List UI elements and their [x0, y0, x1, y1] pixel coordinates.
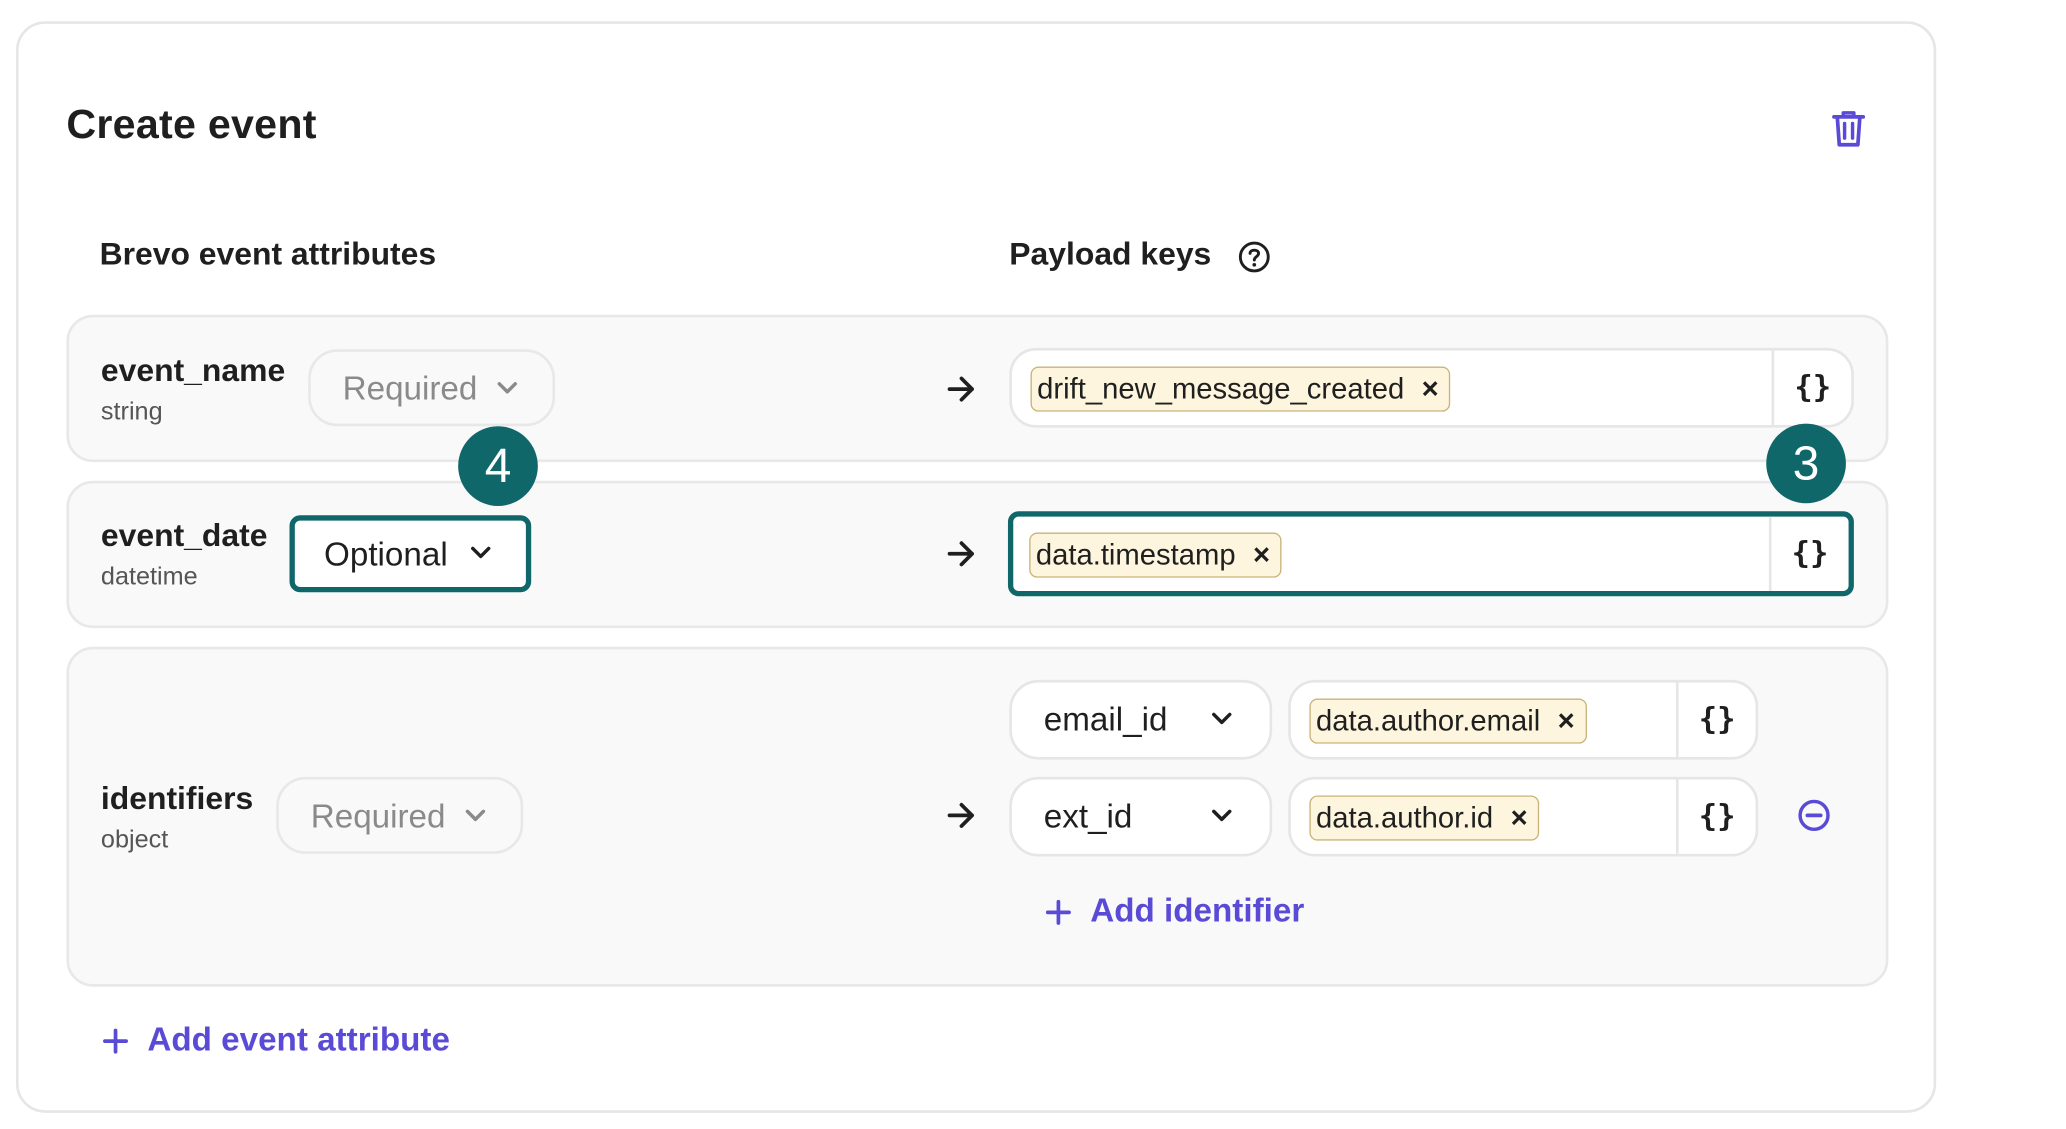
identifier-payload-field[interactable]: data.author.id × {} [1288, 776, 1759, 857]
identifier-payload-field[interactable]: data.author.email × {} [1288, 679, 1759, 760]
requirement-label: Required [310, 798, 446, 836]
attribute-name: identifiers [100, 780, 254, 817]
chip-remove-icon[interactable]: × [1253, 534, 1270, 575]
payload-column-header: Payload keys [1009, 236, 1212, 273]
help-circle-icon[interactable] [1238, 240, 1271, 273]
attribute-name: event_date [100, 517, 268, 554]
payload-key-chip: data.timestamp × [1029, 532, 1283, 578]
payload-key-field[interactable]: data.timestamp × {} [1007, 511, 1854, 597]
step-badge-3: 3 [1766, 423, 1846, 504]
step-badge-4: 4 [458, 426, 538, 506]
arrow-right-icon [947, 376, 974, 402]
attribute-type: object [100, 826, 169, 854]
insert-variable-button[interactable]: {} [1768, 516, 1849, 591]
payload-key-chip: drift_new_message_created × [1030, 366, 1451, 412]
insert-variable-button[interactable]: {} [1675, 682, 1756, 757]
chip-remove-icon[interactable]: × [1558, 700, 1575, 741]
identifier-type-label: ext_id [1043, 798, 1133, 836]
chevron-down-icon [471, 546, 491, 559]
requirement-dropdown-disabled: Required [276, 776, 524, 854]
chevron-down-icon [497, 382, 517, 394]
requirement-label: Optional [324, 536, 448, 574]
chip-label: data.timestamp [1035, 537, 1236, 572]
trash-icon[interactable] [1830, 109, 1867, 149]
chip-label: data.author.id [1316, 800, 1494, 834]
requirement-label: Required [342, 370, 478, 408]
identifier-type-dropdown[interactable]: email_id [1009, 679, 1273, 760]
chevron-down-icon [1212, 809, 1232, 822]
payload-key-chip: data.author.id × [1309, 795, 1540, 841]
chip-remove-icon[interactable]: × [1511, 797, 1528, 838]
panel-title: Create event [66, 100, 317, 148]
insert-variable-button[interactable]: {} [1675, 779, 1756, 854]
requirement-dropdown-disabled: Required [308, 349, 556, 427]
add-event-attribute-link[interactable]: Add event attribute [147, 1021, 450, 1060]
identifier-type-label: email_id [1043, 701, 1168, 739]
stage: Create event Brevo event attributes Payl… [0, 0, 2066, 1129]
requirement-dropdown[interactable]: Optional [289, 515, 532, 593]
attribute-type: string [100, 398, 163, 427]
insert-variable-button[interactable]: {} [1771, 350, 1852, 425]
chip-label: data.author.email [1316, 703, 1541, 738]
chevron-down-icon [1212, 712, 1232, 725]
plus-icon [103, 1028, 129, 1054]
plus-icon [1045, 899, 1071, 925]
payload-key-chip: data.author.email × [1309, 698, 1587, 744]
add-identifier-link[interactable]: Add identifier [1090, 892, 1304, 931]
attribute-type: datetime [100, 563, 198, 591]
arrow-right-icon [947, 541, 974, 567]
chip-label: drift_new_message_created [1037, 371, 1405, 406]
minus-circle-icon[interactable] [1797, 798, 1832, 833]
attribute-name: event_name [100, 353, 286, 390]
identifier-type-dropdown[interactable]: ext_id [1009, 776, 1273, 857]
chevron-down-icon [465, 809, 486, 822]
arrow-right-icon [947, 802, 974, 828]
payload-key-field[interactable]: drift_new_message_created × {} [1009, 347, 1854, 428]
attributes-column-header: Brevo event attributes [99, 236, 437, 273]
chip-remove-icon[interactable]: × [1422, 368, 1439, 409]
